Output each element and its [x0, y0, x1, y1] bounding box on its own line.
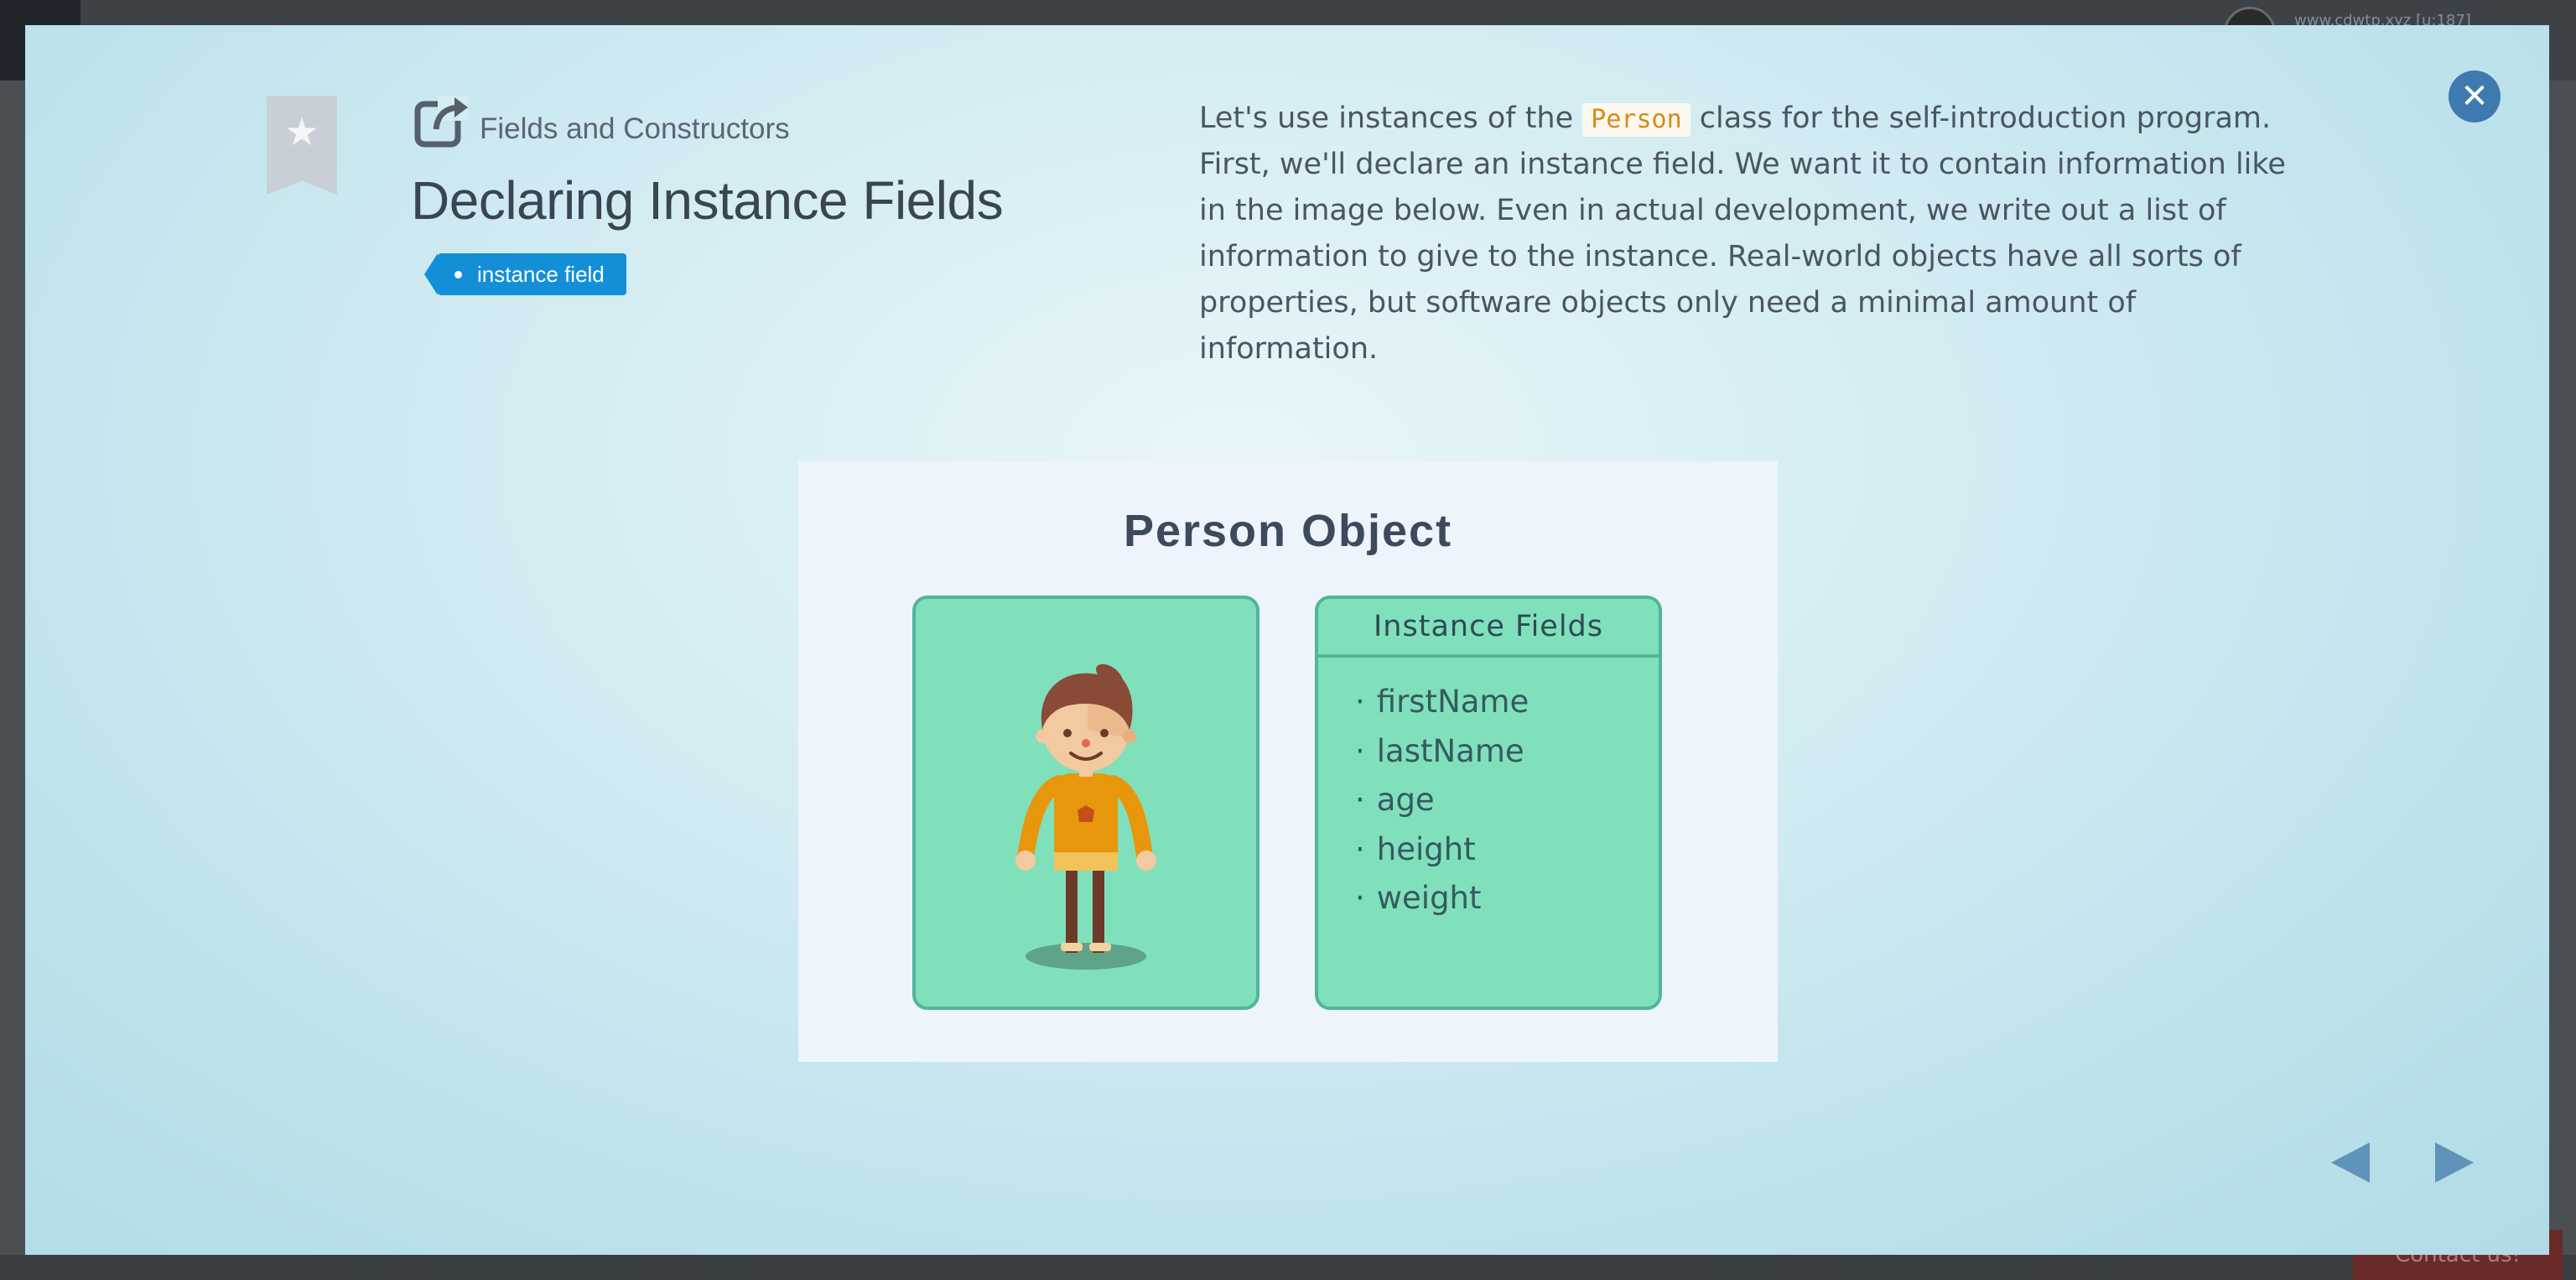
instance-fields-list: firstName lastName age height weight: [1318, 658, 1659, 924]
lesson-modal: ★ Fields and Constructors Declaring Inst…: [25, 25, 2549, 1255]
close-icon: ✕: [2460, 77, 2489, 116]
field-item: firstName: [1355, 678, 1659, 727]
field-item: height: [1355, 825, 1659, 875]
inline-code: Person: [1582, 103, 1690, 137]
description-text-after: class for the self-introduction program.…: [1199, 101, 2286, 366]
star-icon: ★: [284, 109, 319, 154]
external-link-icon[interactable]: [413, 92, 471, 151]
bookmark-icon[interactable]: ★: [267, 96, 337, 195]
lesson-description: Let's use instances of the Person class …: [1199, 96, 2306, 372]
instance-fields-card: Instance Fields firstName lastName age h…: [1315, 596, 1662, 1010]
section-label: Fields and Constructors: [480, 112, 790, 145]
person-illustration-card: [912, 596, 1259, 1010]
description-text-before: Let's use instances of the: [1199, 101, 1583, 135]
diagram-title: Person Object: [1123, 506, 1453, 556]
keyword-tag[interactable]: instance field: [424, 253, 626, 295]
background-scrollbar: [0, 1255, 2576, 1280]
boy-illustration: [1015, 663, 1156, 970]
field-item: lastName: [1355, 727, 1659, 777]
tag-label: instance field: [477, 262, 605, 287]
person-object-diagram: Person Object Instance Fields · firstNam…: [798, 461, 1778, 1062]
field-item: age: [1355, 776, 1659, 825]
next-arrow-icon[interactable]: [2428, 1137, 2479, 1188]
close-button[interactable]: ✕: [2449, 70, 2501, 122]
prev-arrow-icon[interactable]: [2326, 1137, 2376, 1188]
tag-dot: [454, 270, 462, 278]
instance-fields-header: Instance Fields: [1318, 599, 1659, 658]
page-title: Declaring Instance Fields: [411, 170, 1004, 231]
field-item: weight: [1355, 874, 1659, 924]
